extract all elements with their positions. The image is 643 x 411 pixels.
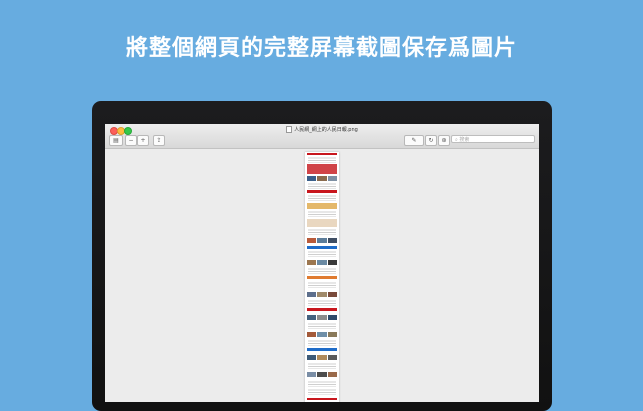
zoom-in-icon: +: [140, 137, 146, 144]
text-block: [308, 229, 336, 235]
share-icon: ⇪: [156, 137, 162, 144]
section-band: [307, 246, 337, 249]
markup-toolbox-icon: ⊛: [441, 137, 447, 144]
search-field[interactable]: ⌕ 搜索: [451, 135, 535, 143]
preview-window: 人民網_網上的人民日報.png ▤ − + ⇪ ✎ ↻ ⊛ ⌕ 搜索: [105, 124, 539, 402]
headline: 將整個網頁的完整屏幕截圖保存爲圖片: [125, 35, 517, 61]
sidebar-toggle-icon: ▤: [113, 137, 119, 144]
image-row: [307, 372, 337, 377]
image-row: [307, 315, 337, 320]
text-block: [308, 363, 336, 369]
title-bar: 人民網_網上的人民日報.png ▤ − + ⇪ ✎ ↻ ⊛ ⌕ 搜索: [105, 124, 539, 149]
text-block: [308, 300, 336, 306]
png-file-icon: [286, 126, 293, 133]
section-band: [307, 276, 337, 279]
zoom-out-icon: −: [128, 137, 134, 144]
image-row: [307, 355, 337, 360]
text-block: [308, 340, 336, 346]
page-header-band: [307, 153, 337, 155]
section-band: [307, 308, 337, 311]
image-row: [307, 260, 337, 265]
zoom-out-button[interactable]: −: [125, 135, 137, 146]
rotate-icon: ↻: [428, 137, 434, 144]
text-block: [308, 268, 336, 274]
magnifier-icon: ⌕: [455, 137, 458, 143]
footer-band: [307, 398, 337, 400]
markup-button[interactable]: ✎: [404, 135, 424, 146]
rotate-button[interactable]: ↻: [425, 135, 437, 146]
ad-banner: [307, 203, 337, 209]
image-row: [307, 176, 337, 181]
pencil-icon: ✎: [411, 137, 417, 144]
image-row: [307, 292, 337, 297]
section-band: [307, 348, 337, 351]
sidebar-toggle-button[interactable]: ▤: [109, 135, 123, 146]
text-block: [308, 282, 336, 288]
share-button[interactable]: ⇪: [153, 135, 165, 146]
image-row: [307, 332, 337, 337]
text-block: [308, 211, 336, 217]
banner-image: [307, 164, 337, 174]
section-band: [307, 190, 337, 193]
text-block: [308, 183, 336, 189]
window-title: 人民網_網上的人民日報.png: [105, 126, 539, 133]
promo-banner: [307, 219, 337, 227]
search-placeholder: 搜索: [459, 137, 470, 143]
zoom-in-button[interactable]: +: [137, 135, 149, 146]
image-row: [307, 238, 337, 243]
text-block: [308, 381, 336, 387]
text-block: [308, 195, 336, 201]
text-block: [308, 323, 336, 329]
text-block: [308, 251, 336, 257]
window-title-text: 人民網_網上的人民日報.png: [294, 127, 358, 133]
text-block: [308, 389, 336, 395]
markup-toolbox-button[interactable]: ⊛: [438, 135, 450, 146]
webpage-screenshot-image: [305, 152, 339, 402]
text-block: [308, 157, 336, 163]
